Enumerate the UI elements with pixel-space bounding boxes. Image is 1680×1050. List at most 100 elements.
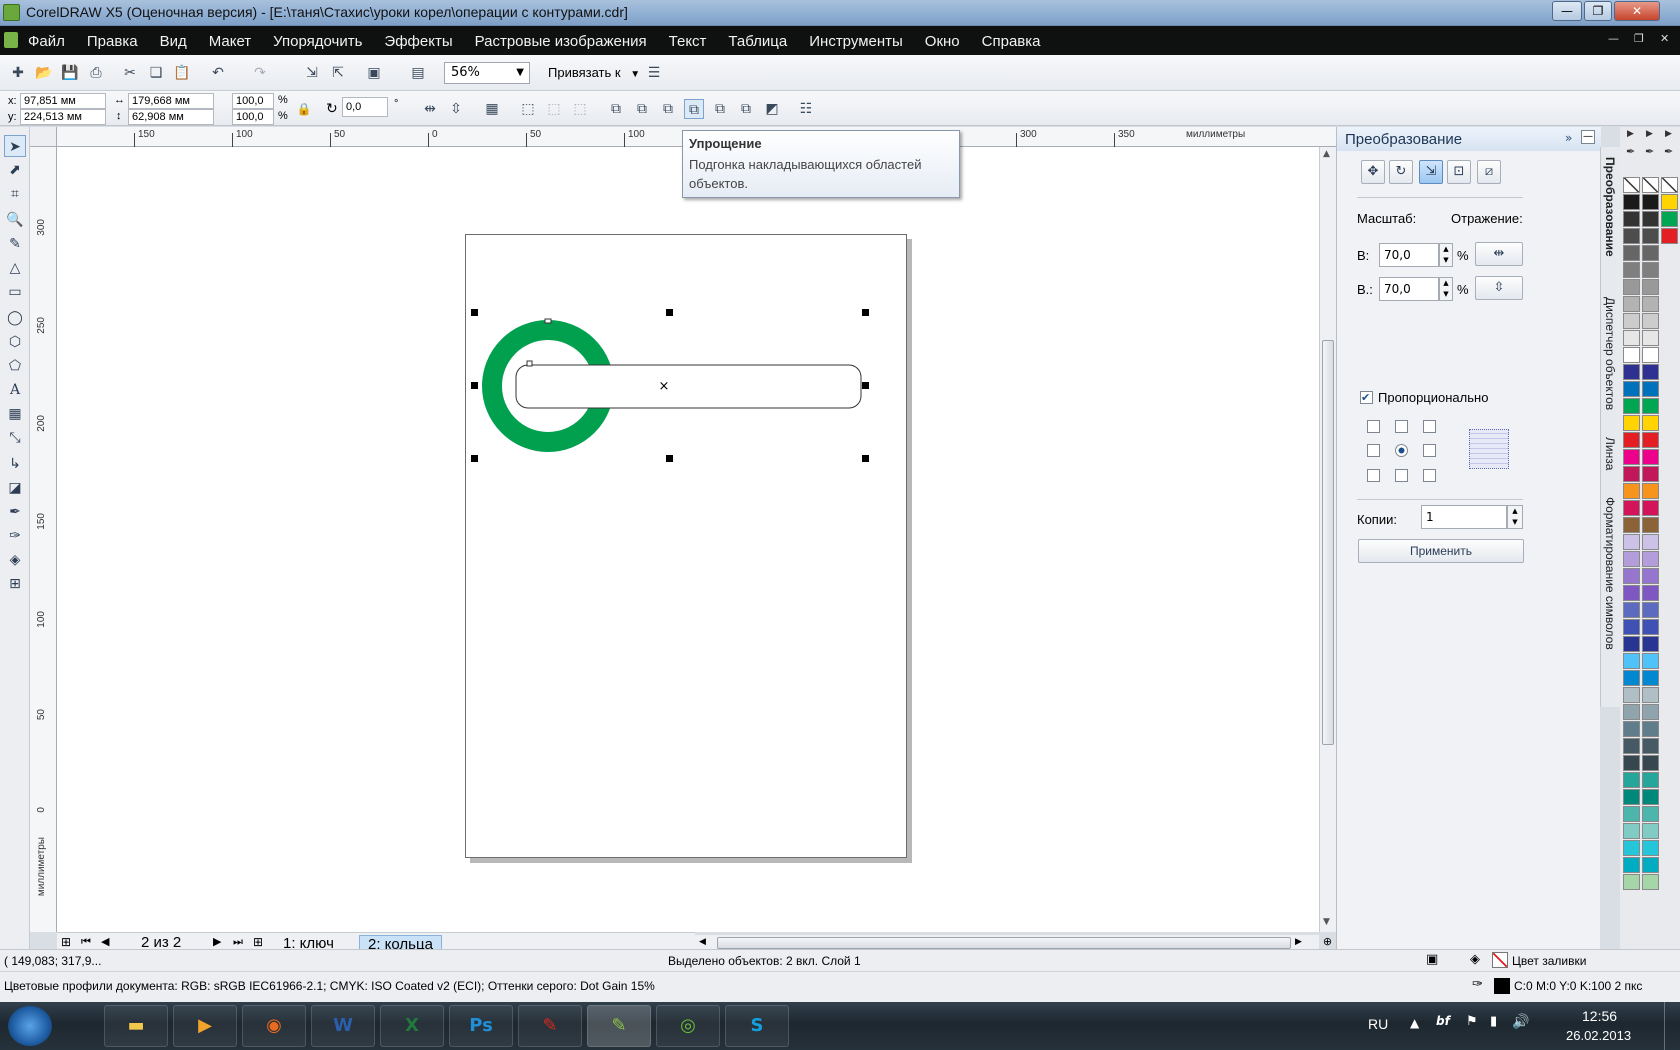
palette-scroll-icon[interactable]: ▶ <box>1627 129 1634 139</box>
anchor-top[interactable] <box>1395 420 1408 433</box>
print-icon[interactable]: ⎙ <box>86 63 106 83</box>
smart-fill-tool-icon[interactable]: △ <box>4 257 26 279</box>
color-swatch[interactable] <box>1623 228 1640 244</box>
minimize-button[interactable]: — <box>1552 1 1582 21</box>
taskbar-app-8[interactable]: ◎ <box>656 1005 720 1047</box>
freehand-tool-icon[interactable]: ✎ <box>4 233 26 255</box>
color-swatch[interactable] <box>1623 585 1640 601</box>
selection-handle-bottom-left[interactable] <box>471 455 478 462</box>
rounded-rectangle[interactable] <box>515 364 862 409</box>
color-swatch[interactable] <box>1642 381 1659 397</box>
proportional-checkbox[interactable]: ✔ <box>1360 391 1373 404</box>
open-icon[interactable]: 📂 <box>34 63 54 83</box>
copy-icon[interactable]: ❏ <box>146 63 166 83</box>
copies-stepper[interactable]: ▲ ▼ <box>1507 505 1523 529</box>
color-swatch[interactable] <box>1661 194 1678 210</box>
eyedropper-icon[interactable]: ✒ <box>1645 145 1654 158</box>
color-swatch[interactable] <box>1642 211 1659 227</box>
color-swatch[interactable] <box>1642 534 1659 550</box>
color-swatch[interactable] <box>1623 551 1640 567</box>
import-icon[interactable]: ⇲ <box>302 63 322 83</box>
ruler-origin[interactable] <box>30 127 57 147</box>
menu-item-1[interactable]: Правка <box>87 33 138 50</box>
add-page-after-icon[interactable]: ⊞ <box>253 935 263 949</box>
mirror-vertical-icon[interactable]: ⇳ <box>446 99 466 119</box>
color-swatch[interactable] <box>1623 500 1640 516</box>
taskbar-app-7[interactable]: ✎ <box>587 1005 651 1047</box>
color-swatch[interactable] <box>1661 228 1678 244</box>
docker-tab-lens[interactable]: Линза <box>1603 437 1617 470</box>
color-swatch[interactable] <box>1642 415 1659 431</box>
rectangle-tool-icon[interactable]: ▭ <box>4 281 26 303</box>
drawing-objects[interactable]: × <box>465 300 885 470</box>
fill-none-swatch[interactable] <box>1492 952 1508 968</box>
rotate-mode-button[interactable]: ↻ <box>1389 160 1413 184</box>
color-swatch[interactable] <box>1623 313 1640 329</box>
snap-to-dropdown[interactable]: Привязать к ▼ <box>548 65 640 80</box>
tray-volume-icon[interactable]: 🔊 <box>1512 1014 1529 1030</box>
color-swatch[interactable] <box>1623 874 1640 890</box>
color-swatch[interactable] <box>1642 517 1659 533</box>
first-page-icon[interactable]: ⏮ <box>81 935 91 949</box>
anchor-right[interactable] <box>1423 444 1436 457</box>
taskbar-app-1[interactable]: ▶ <box>173 1005 237 1047</box>
x-position-field[interactable]: 97,851 мм <box>20 93 106 109</box>
copies-input[interactable]: 1 <box>1421 505 1507 529</box>
language-indicator[interactable]: RU <box>1368 1016 1388 1032</box>
color-swatch[interactable] <box>1642 483 1659 499</box>
taskbar-app-9[interactable]: S <box>725 1005 789 1047</box>
color-swatch[interactable] <box>1642 228 1659 244</box>
color-swatch[interactable] <box>1642 568 1659 584</box>
create-boundary-icon[interactable]: ◩ <box>762 99 782 119</box>
node-handle[interactable] <box>544 318 552 324</box>
color-swatch[interactable] <box>1642 313 1659 329</box>
menu-item-8[interactable]: Таблица <box>728 33 787 50</box>
wrap-text-icon[interactable]: ▦ <box>482 99 502 119</box>
color-swatch[interactable] <box>1642 772 1659 788</box>
ellipse-tool-icon[interactable]: ◯ <box>4 307 26 329</box>
color-profiles[interactable]: Цветовые профили документа: RGB: sRGB IE… <box>4 979 655 993</box>
color-swatch[interactable] <box>1623 517 1640 533</box>
restore-button[interactable]: ❐ <box>1584 1 1612 21</box>
ungroup-all-icon[interactable]: ⬚ <box>570 99 590 119</box>
color-swatch[interactable] <box>1642 347 1659 363</box>
selection-handle-top-left[interactable] <box>471 309 478 316</box>
object-width-field[interactable]: 179,668 мм <box>128 93 214 109</box>
color-swatch[interactable] <box>1642 262 1659 278</box>
mirror-horizontal-icon[interactable]: ⇹ <box>420 99 440 119</box>
show-desktop-button[interactable] <box>1664 1002 1680 1050</box>
color-swatch[interactable] <box>1642 449 1659 465</box>
color-swatch[interactable] <box>1623 602 1640 618</box>
align-distribute-icon[interactable]: ☷ <box>796 99 816 119</box>
taskbar-app-5[interactable]: Ps <box>449 1005 513 1047</box>
color-swatch[interactable] <box>1623 772 1640 788</box>
color-swatch[interactable] <box>1642 755 1659 771</box>
group-icon[interactable]: ⬚ <box>518 99 538 119</box>
menu-item-10[interactable]: Окно <box>925 33 960 50</box>
apply-button[interactable]: Применить <box>1358 539 1524 563</box>
color-swatch[interactable] <box>1642 840 1659 856</box>
selection-handle-top-right[interactable] <box>862 309 869 316</box>
menu-item-6[interactable]: Растровые изображения <box>475 33 647 50</box>
color-swatch[interactable] <box>1642 330 1659 346</box>
color-swatch[interactable] <box>1642 619 1659 635</box>
menu-item-11[interactable]: Справка <box>982 33 1041 50</box>
outline-color-swatch[interactable] <box>1494 978 1510 994</box>
color-swatch[interactable] <box>1642 806 1659 822</box>
color-swatch[interactable] <box>1623 755 1640 771</box>
selection-handle-right[interactable] <box>862 382 869 389</box>
color-swatch[interactable] <box>1623 823 1640 839</box>
eyedropper-icon[interactable]: ✒ <box>1664 145 1673 158</box>
save-icon[interactable]: 💾 <box>60 63 80 83</box>
color-swatch[interactable] <box>1642 721 1659 737</box>
color-swatch[interactable] <box>1623 330 1640 346</box>
scroll-down-icon[interactable]: ▼ <box>1323 917 1330 927</box>
clock-date[interactable]: 26.02.2013 <box>1566 1028 1631 1043</box>
document-icon[interactable] <box>4 32 18 48</box>
scroll-right-icon[interactable]: ▶ <box>1295 937 1302 947</box>
color-swatch[interactable] <box>1623 568 1640 584</box>
color-swatch[interactable] <box>1642 296 1659 312</box>
color-swatch[interactable] <box>1642 602 1659 618</box>
anchor-bottom[interactable] <box>1395 469 1408 482</box>
color-swatch[interactable] <box>1623 262 1640 278</box>
